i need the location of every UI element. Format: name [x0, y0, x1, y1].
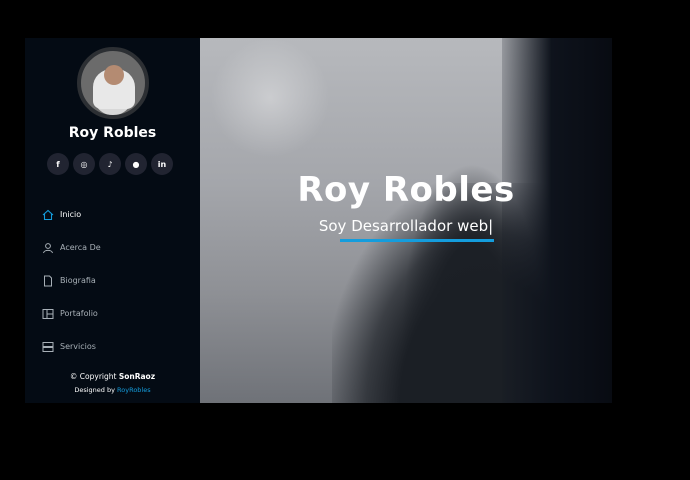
- github-icon[interactable]: ●: [125, 153, 147, 175]
- typed-underline: [340, 239, 494, 242]
- nav-item-inicio[interactable]: Inicio: [42, 198, 101, 231]
- hero-background: [210, 38, 330, 158]
- copyright: © Copyright SonRaoz: [69, 372, 156, 381]
- nav-label: Acerca De: [60, 243, 101, 252]
- designed-by: Designed by RoyRobles: [74, 386, 151, 394]
- nav-label: Inicio: [60, 210, 82, 219]
- hero-subtitle: Soy Desarrollador web|: [318, 217, 494, 235]
- sidebar-footer: © Copyright SonRaoz Designed by RoyRoble…: [25, 372, 200, 394]
- linkedin-icon[interactable]: in: [151, 153, 173, 175]
- nav-item-portafolio[interactable]: Portafolio: [42, 297, 101, 330]
- avatar: [77, 47, 149, 119]
- nav-item-biografia[interactable]: Biografia: [42, 264, 101, 297]
- nav-label: Portafolio: [60, 309, 98, 318]
- nav-label: Biografia: [60, 276, 96, 285]
- hero-section: Roy Robles Soy Desarrollador web|: [200, 38, 612, 403]
- sidebar-nav: Inicio Acerca De Biografia Portafolio Se…: [42, 198, 101, 363]
- user-icon: [42, 242, 54, 254]
- facebook-icon[interactable]: f: [47, 153, 69, 175]
- profile-name: Roy Robles: [68, 125, 157, 141]
- sidebar: Roy Robles f ◎ ♪ ● in Inicio Acerca De B…: [25, 38, 200, 403]
- instagram-icon[interactable]: ◎: [73, 153, 95, 175]
- designer-link[interactable]: RoyRobles: [117, 386, 151, 394]
- portfolio-icon: [42, 308, 54, 320]
- social-links: f ◎ ♪ ● in: [47, 153, 173, 175]
- page-frame: Roy Robles f ◎ ♪ ● in Inicio Acerca De B…: [25, 38, 612, 403]
- nav-item-servicios[interactable]: Servicios: [42, 330, 101, 363]
- server-icon: [42, 341, 54, 353]
- nav-item-acerca-de[interactable]: Acerca De: [42, 231, 101, 264]
- home-icon: [42, 209, 54, 221]
- nav-label: Servicios: [60, 342, 96, 351]
- copyright-brand: SonRaoz: [118, 372, 156, 381]
- hero-title: Roy Robles: [297, 170, 515, 210]
- file-icon: [42, 275, 54, 287]
- tiktok-icon[interactable]: ♪: [99, 153, 121, 175]
